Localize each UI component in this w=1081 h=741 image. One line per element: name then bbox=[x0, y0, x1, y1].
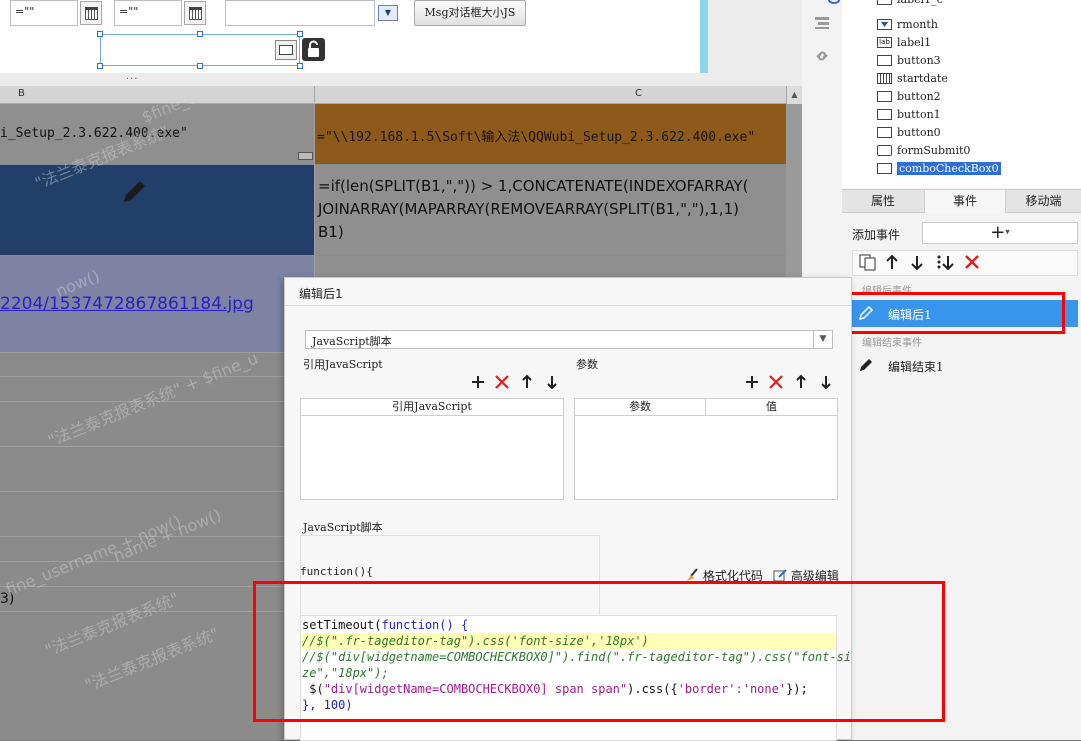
widget-canvas: ="" ="" ▼ Msg对话框大小JS ··· bbox=[0, 0, 802, 86]
resize-handle[interactable] bbox=[297, 31, 303, 37]
event-toolbar bbox=[852, 250, 1078, 276]
copy-icon[interactable] bbox=[859, 254, 876, 275]
arrow-up-icon[interactable] bbox=[795, 374, 807, 392]
form-submit-icon bbox=[877, 145, 892, 156]
pencil-icon bbox=[858, 357, 874, 376]
selected-combo-checkbox-widget[interactable] bbox=[100, 34, 300, 66]
arrow-up-icon[interactable] bbox=[886, 254, 898, 275]
script-type-select[interactable]: JavaScript脚本 ▼ bbox=[305, 330, 833, 349]
delete-icon[interactable] bbox=[964, 254, 980, 274]
calendar-icon bbox=[877, 73, 892, 84]
event-item-end-edit[interactable]: 编辑结束1 bbox=[852, 352, 1078, 379]
combo-checkbox-icon bbox=[877, 163, 892, 174]
params-table[interactable]: 参数 值 bbox=[574, 398, 838, 500]
button-icon bbox=[877, 127, 892, 138]
ref-js-column-header: 引用JavaScript bbox=[301, 399, 563, 416]
watermark: "法兰泰克报表系统" + $fine_u bbox=[45, 348, 261, 451]
drag-handle-icon[interactable]: ··· bbox=[126, 74, 146, 85]
arrow-down-icon[interactable] bbox=[820, 375, 832, 392]
dropdown-arrow-icon[interactable]: ▼ bbox=[378, 5, 398, 21]
image-link[interactable]: 2204/1537472867861184.jpg bbox=[0, 294, 254, 314]
tab-properties[interactable]: 属性 bbox=[842, 190, 924, 213]
combo-checkbox-icon bbox=[275, 40, 297, 60]
cell-c2[interactable]: =if(len(SPLIT(B1,",")) > 1,CONCATENATE(I… bbox=[315, 165, 786, 255]
select-value: JavaScript脚本 bbox=[312, 335, 392, 348]
delete-icon[interactable] bbox=[495, 375, 509, 392]
label-icon bbox=[877, 0, 892, 5]
button-icon bbox=[877, 55, 892, 66]
move-bottom-icon[interactable] bbox=[935, 254, 955, 275]
button-icon bbox=[877, 109, 892, 120]
add-icon[interactable] bbox=[471, 375, 485, 392]
function-header: function(){ bbox=[300, 565, 373, 578]
dropdown-icon bbox=[877, 19, 892, 30]
column-header-b[interactable]: B bbox=[18, 88, 25, 99]
widget-tree: label1_c rmonth lablabel1 button3 startd… bbox=[828, 0, 1081, 188]
panel-toolbar bbox=[802, 0, 842, 188]
delete-icon[interactable] bbox=[769, 375, 783, 392]
label-icon: lab bbox=[877, 37, 892, 48]
highlight-box bbox=[253, 581, 945, 722]
date-field-1[interactable]: ="" bbox=[10, 0, 78, 26]
resize-handle[interactable] bbox=[97, 31, 103, 37]
lock-icon[interactable] bbox=[302, 38, 325, 61]
dialog-title: 编辑后1 bbox=[299, 287, 343, 301]
column-header-c[interactable]: C bbox=[635, 88, 642, 99]
cell-c1[interactable]: ="\\192.168.1.5\Soft\输入法\QQWubi_Setup_2.… bbox=[315, 104, 786, 164]
tab-events[interactable]: 事件 bbox=[924, 190, 1006, 213]
canvas-border bbox=[700, 0, 708, 73]
column-header-bar: B C bbox=[0, 86, 786, 104]
tab-mobile[interactable]: 移动端 bbox=[1006, 190, 1081, 213]
param-column-header: 参数 bbox=[575, 399, 706, 416]
pencil-icon bbox=[118, 174, 152, 211]
add-event-label: 添加事件 bbox=[852, 228, 901, 242]
highlight-box bbox=[830, 292, 1065, 334]
resize-handle[interactable] bbox=[297, 63, 303, 69]
button-icon bbox=[877, 91, 892, 102]
arrow-down-icon[interactable] bbox=[546, 375, 558, 392]
resize-handle[interactable] bbox=[97, 63, 103, 69]
calendar-icon[interactable] bbox=[184, 1, 206, 25]
calendar-icon[interactable] bbox=[80, 1, 102, 25]
arrow-down-icon[interactable] bbox=[911, 254, 923, 275]
ref-js-table[interactable]: 引用JavaScript bbox=[300, 398, 564, 500]
arrow-up-icon[interactable] bbox=[521, 374, 533, 392]
add-event-button[interactable]: +▾ bbox=[922, 222, 1078, 244]
panel-tabs: 属性 事件 移动端 bbox=[842, 189, 1081, 213]
resize-handle[interactable] bbox=[197, 63, 203, 69]
date-field-2[interactable]: ="" bbox=[114, 0, 182, 26]
add-icon[interactable] bbox=[745, 375, 759, 392]
cell-expand-icon[interactable] bbox=[298, 152, 313, 160]
group-end-edit: 编辑结束事件 bbox=[862, 338, 922, 349]
resize-handle[interactable] bbox=[197, 31, 203, 37]
combo-field[interactable] bbox=[225, 0, 375, 26]
ref-js-label: 引用JavaScript bbox=[303, 358, 383, 371]
layout-icon[interactable] bbox=[814, 16, 830, 30]
plus-icon: + bbox=[990, 222, 1006, 243]
link-icon[interactable] bbox=[814, 48, 830, 64]
js-script-label: JavaScript脚本 bbox=[303, 521, 383, 534]
chevron-down-icon[interactable]: ▼ bbox=[813, 331, 832, 348]
scroll-up-icon[interactable]: ▲ bbox=[786, 86, 802, 104]
event-label: 编辑结束1 bbox=[888, 360, 944, 374]
divider bbox=[285, 305, 851, 306]
params-label: 参数 bbox=[576, 358, 598, 371]
chevron-down-icon: ▾ bbox=[1005, 227, 1010, 238]
msg-dialog-size-button[interactable]: Msg对话框大小JS bbox=[414, 0, 526, 26]
value-column-header: 值 bbox=[706, 399, 837, 416]
